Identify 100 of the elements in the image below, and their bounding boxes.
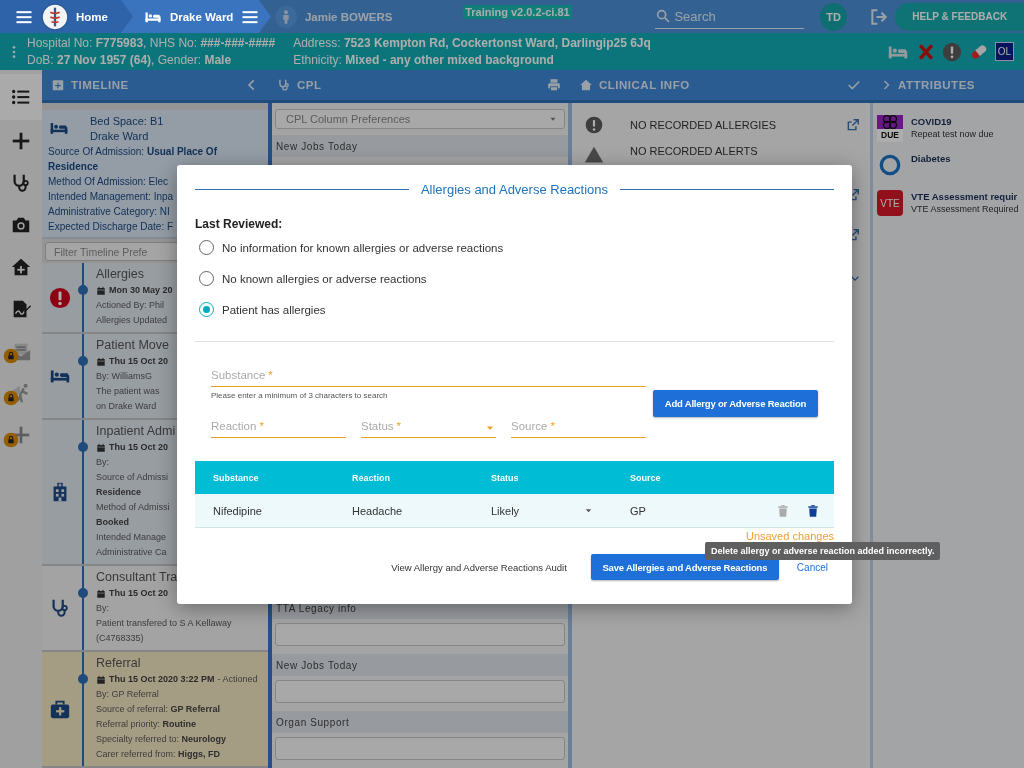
stethoscope-icon xyxy=(49,597,71,619)
bed-space: Bed Space: B1 xyxy=(90,114,164,129)
entry-text: Source of Admissi xyxy=(96,471,169,484)
entry-title: Allergies xyxy=(96,266,144,283)
calendar-icon xyxy=(96,588,106,599)
admission-detail: Source Of Admission: Usual Place Of Residence xyxy=(48,145,218,174)
table-cell-text: Nifedipine xyxy=(212,504,263,517)
section-label: Organ Support xyxy=(272,711,568,733)
patient-detail: Ethnicity: Mixed - any other mixed background xyxy=(293,53,555,67)
entry-text: Administrative Ca xyxy=(96,546,167,559)
calendar-icon xyxy=(96,285,106,296)
input-field[interactable]: Reaction * xyxy=(211,409,346,438)
ring-icon xyxy=(879,154,901,176)
logo-icon xyxy=(41,2,69,31)
entry-text: Referral priority: Routine xyxy=(96,718,196,731)
patient-detail: DoB: 27 Nov 1957 (64), Gender: Male xyxy=(27,53,233,67)
house-icon xyxy=(579,78,593,92)
medical-kit-icon xyxy=(49,698,71,720)
dialog-title: Allergies and Adverse Reactions xyxy=(420,181,609,197)
house-icon xyxy=(10,256,32,278)
entry-date: Thu 15 Oct 20 xyxy=(109,587,169,600)
last-reviewed-label: Last Reviewed: xyxy=(195,216,284,232)
patient-detail: Address: 7523 Kempton Rd, Cockertonst Ward, Darlingip25 6Jq xyxy=(293,36,651,50)
trash-icon[interactable] xyxy=(806,503,820,518)
audit-link[interactable]: View Allergy and Adverse Reactions Audit xyxy=(391,561,567,573)
calendar-icon xyxy=(96,356,106,367)
timeline-dot xyxy=(78,356,88,366)
admission-detail: Administrative Category: NI xyxy=(48,205,170,219)
environment-label: Training v2.0.2-ci.81 xyxy=(463,5,572,19)
breadcrumb-link[interactable]: Jamie BOWERS xyxy=(304,10,393,23)
stethoscope-icon xyxy=(277,78,291,92)
add-button[interactable]: Add Allergy or Adverse Reaction xyxy=(653,390,818,417)
entry-date: Thu 15 Oct 20 xyxy=(109,441,169,454)
entry-text: Method of Admissi xyxy=(96,501,170,514)
breadcrumb-link[interactable]: Home xyxy=(76,10,108,23)
entry-text: Booked xyxy=(96,516,129,529)
alert-icon xyxy=(940,40,963,63)
timeline-dot xyxy=(78,442,88,452)
entry-text: Specialty referred to: Neurology xyxy=(96,733,227,746)
entry-text: Allergies Updated xyxy=(96,314,168,327)
input-field[interactable]: Source * xyxy=(511,409,646,438)
check-icon[interactable] xyxy=(847,78,861,92)
entry-date: Mon 30 May 20 xyxy=(109,284,173,297)
help-feedback-button[interactable]: HELP & FEEDBACK xyxy=(895,2,1024,31)
entry-status: - Actioned xyxy=(217,673,258,686)
entry-text: By: xyxy=(96,456,109,469)
calendar-icon xyxy=(96,442,106,453)
breadcrumb-link[interactable]: Drake Ward xyxy=(169,10,234,23)
calendar-icon xyxy=(96,674,106,685)
entry-text: (C4768335) xyxy=(96,632,144,645)
stethoscope-icon xyxy=(10,172,32,194)
attribute-note: Repeat test now due xyxy=(911,128,994,141)
user-avatar[interactable]: TD xyxy=(819,2,848,31)
cancel-button[interactable]: Cancel xyxy=(796,561,828,573)
entry-text: By: xyxy=(96,602,109,615)
admission-detail: Expected Discharge Date: F xyxy=(48,220,174,234)
calendar-icon xyxy=(51,78,65,92)
logout-icon[interactable] xyxy=(869,6,890,27)
search-icon xyxy=(655,8,672,24)
timeline-dot xyxy=(78,285,88,295)
clinical-status: NO RECORDED ALLERGIES xyxy=(630,119,777,131)
attribute-title: COVID19 xyxy=(911,115,953,128)
input-field[interactable]: Substance * xyxy=(211,358,646,387)
timeline-entry[interactable]: Referral Thu 15 Oct 2020 3:22 PM - Actioned By: GP Referral Source of referral: GP Referral Referral priority: Routine Specialty referred to: Neurology Carer referred from: Higgs, FD xyxy=(42,652,268,768)
clinical-status: NO RECORDED ALERTS xyxy=(630,145,758,157)
admission-detail: Method Of Admission: Elec xyxy=(48,175,169,189)
column-title: TIMELINE xyxy=(71,79,129,91)
attribute-note: VTE Assessment Required xyxy=(911,203,1019,216)
section-label: New Jobs Today xyxy=(272,654,568,676)
table-cell-text: Headache xyxy=(351,504,404,517)
entry-text: Residence xyxy=(96,486,142,499)
input-field[interactable]: Status * xyxy=(361,409,496,438)
admission-detail: Intended Management: Inpa xyxy=(48,190,174,204)
entry-text: By: WilliamsG xyxy=(96,370,152,383)
print-icon[interactable] xyxy=(547,78,561,92)
plus-icon xyxy=(10,130,32,152)
entry-text: The patient was xyxy=(96,385,160,398)
preferences-dropdown[interactable]: CPL Column Preferences xyxy=(275,109,565,129)
entry-text: Patient transfered to S A Kellaway xyxy=(96,617,232,630)
section-label: New Jobs Today xyxy=(272,135,568,157)
person-icon xyxy=(274,5,297,28)
column-header: Substance xyxy=(212,472,260,483)
entry-date: Thu 15 Oct 2020 3:22 PM xyxy=(109,673,215,686)
vte-badge: VTE xyxy=(877,190,903,216)
column-title: CLINICAL INFO xyxy=(599,79,690,91)
tooltip: Delete allergy or adverse reaction added incorrectly. xyxy=(705,542,941,560)
entry-text: Intended Manage xyxy=(96,531,167,544)
search-field[interactable]: Search xyxy=(655,4,804,29)
unsaved-notice: Unsaved changes xyxy=(745,530,834,544)
lock-icon xyxy=(3,432,19,448)
entry-date: Thu 15 Oct 20 xyxy=(109,355,169,368)
attribute-title: VTE Assessment requir xyxy=(911,190,1019,203)
entry-text: Actioned By: Phil xyxy=(96,299,165,312)
entry-text: Source of referral: GP Referral xyxy=(96,703,220,716)
patient-detail: Hospital No: F775983, NHS No: ###-###-#### xyxy=(27,36,276,50)
column-title: ATTRIBUTES xyxy=(898,79,975,91)
entry-title: Patient Move xyxy=(96,337,169,354)
column-header: Source xyxy=(629,472,662,483)
ward-name: Drake Ward xyxy=(90,129,149,144)
status-dropdown[interactable]: Likely xyxy=(473,504,612,517)
